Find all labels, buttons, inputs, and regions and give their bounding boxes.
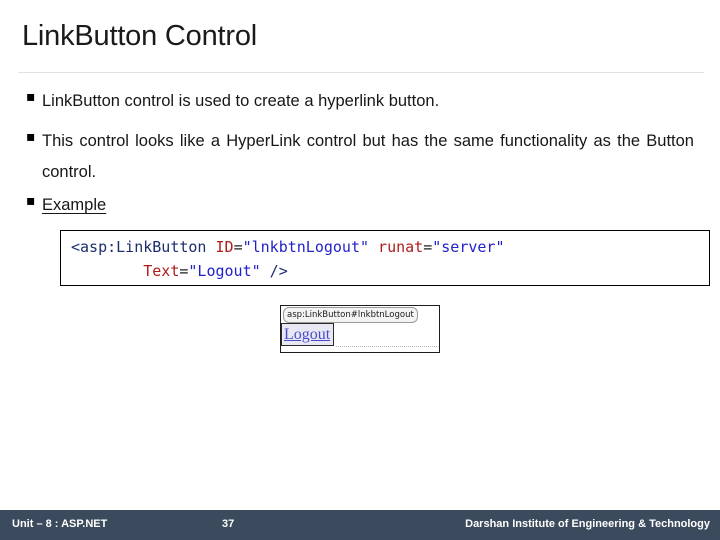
bullet-square-icon — [26, 190, 42, 212]
bullet-text: This control looks like a HyperLink cont… — [42, 132, 694, 181]
designer-control-tag-label: asp:LinkButton#lnkbtnLogout — [283, 307, 418, 323]
bullet-item-1: LinkButton control is used to create a h… — [26, 86, 686, 117]
bullet-text-example: Example — [42, 196, 107, 214]
bullet-item-3: Example — [26, 190, 326, 221]
code-value-text: "Logout" — [188, 262, 261, 280]
designer-dotted-guide — [336, 345, 437, 347]
code-sample-box: <asp:LinkButton ID="lnkbtnLogout" runat=… — [60, 230, 710, 286]
footer-bar: Unit – 8 : ASP.NET 37 Darshan Institute … — [0, 510, 720, 540]
code-attr-runat: runat — [369, 238, 424, 256]
designer-preview-box: asp:LinkButton#lnkbtnLogout Logout — [280, 305, 440, 353]
code-tag-close: /> — [260, 262, 288, 280]
code-attr-id: ID — [206, 238, 234, 256]
linkbutton-logout-link[interactable]: Logout — [281, 323, 335, 346]
code-equals: = — [233, 238, 243, 256]
footer-unit-label: Unit – 8 : ASP.NET — [12, 518, 108, 530]
code-equals: = — [423, 238, 433, 256]
code-value-runat: "server" — [432, 238, 505, 256]
designer-link-row: Logout — [281, 323, 439, 352]
title-divider — [18, 72, 704, 73]
bullet-square-icon — [26, 126, 42, 148]
code-tag-open: <asp:LinkButton — [71, 238, 207, 256]
footer-institute-label: Darshan Institute of Engineering & Techn… — [465, 518, 710, 530]
bullet-text: LinkButton control is used to create a h… — [42, 92, 440, 110]
bullet-square-icon — [26, 86, 42, 108]
code-value-id: "lnkbtnLogout" — [242, 238, 370, 256]
bullet-item-2: This control looks like a HyperLink cont… — [26, 126, 698, 188]
code-attr-text: Text — [143, 262, 180, 280]
footer-page-number: 37 — [222, 518, 235, 530]
page-title: LinkButton Control — [22, 20, 257, 52]
